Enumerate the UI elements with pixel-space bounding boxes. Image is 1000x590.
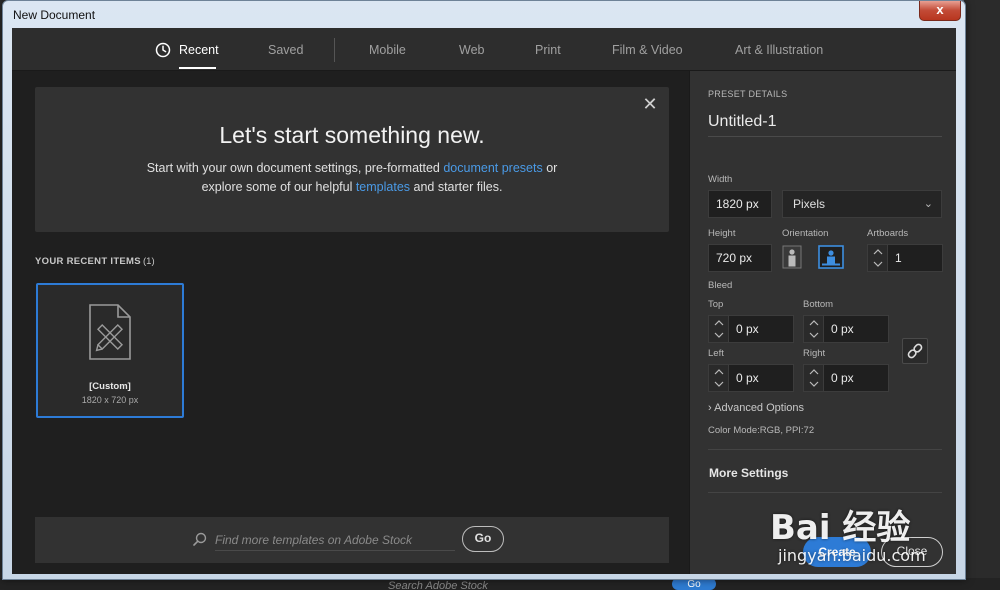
window-title: New Document bbox=[13, 8, 96, 22]
banner-text-part: Start with your own document settings, p… bbox=[146, 161, 444, 175]
chevron-down-icon[interactable] bbox=[809, 380, 819, 388]
chevron-up-icon[interactable] bbox=[809, 368, 819, 376]
recent-items-count: (1) bbox=[143, 256, 155, 267]
stepper-arrows[interactable] bbox=[868, 245, 888, 271]
panel-divider bbox=[708, 492, 942, 493]
units-select[interactable]: Pixels ⌄ bbox=[782, 190, 942, 218]
stepper-arrows[interactable] bbox=[709, 365, 729, 391]
chevron-up-icon[interactable] bbox=[714, 319, 724, 327]
background-app-right bbox=[964, 0, 1000, 590]
banner-title: Let's start something new. bbox=[219, 122, 485, 148]
recent-item-name: [Custom] bbox=[89, 381, 131, 392]
tab-film-video[interactable]: Film & Video bbox=[612, 43, 683, 57]
banner-text: Start with your own document settings, p… bbox=[35, 159, 669, 197]
banner-close-button[interactable]: ✕ bbox=[641, 95, 659, 113]
height-field[interactable]: 720 px bbox=[708, 244, 772, 272]
stepper-arrows[interactable] bbox=[709, 316, 729, 342]
welcome-banner: ✕ Let's start something new. Start with … bbox=[35, 87, 669, 232]
chevron-down-icon: ⌄ bbox=[923, 198, 933, 210]
bleed-top-stepper[interactable]: 0 px bbox=[708, 315, 794, 343]
height-label: Height bbox=[708, 228, 736, 239]
recent-items-heading: YOUR RECENT ITEMS bbox=[35, 256, 141, 267]
new-document-window: New Document x Recent Saved Mobile Web P… bbox=[2, 0, 966, 580]
bleed-bottom-value: 0 px bbox=[831, 322, 854, 336]
bleed-top-label: Top bbox=[708, 299, 724, 310]
preset-details-heading: PRESET DETAILS bbox=[708, 89, 788, 99]
width-field[interactable]: 1820 px bbox=[708, 190, 772, 218]
banner-text-part: explore some of our helpful bbox=[201, 180, 356, 194]
bleed-label: Bleed bbox=[708, 280, 733, 291]
tab-web[interactable]: Web bbox=[459, 43, 484, 57]
tab-saved[interactable]: Saved bbox=[268, 43, 303, 57]
color-mode-info: Color Mode:RGB, PPI:72 bbox=[708, 425, 815, 436]
chevron-down-icon[interactable] bbox=[809, 331, 819, 339]
document-presets-link[interactable]: document presets bbox=[443, 161, 542, 175]
link-bleed-button[interactable] bbox=[902, 338, 928, 364]
document-icon bbox=[89, 304, 131, 360]
chevron-right-icon: › bbox=[708, 402, 712, 414]
bleed-left-label: Left bbox=[708, 348, 724, 359]
landscape-orientation-icon[interactable] bbox=[818, 245, 844, 269]
bleed-top-value: 0 px bbox=[736, 322, 759, 336]
clock-icon bbox=[155, 42, 171, 58]
chevron-up-icon[interactable] bbox=[714, 368, 724, 376]
chevron-down-icon[interactable] bbox=[714, 331, 724, 339]
title-bar[interactable]: New Document x bbox=[3, 1, 965, 29]
stepper-arrows[interactable] bbox=[804, 316, 824, 342]
window-close-button[interactable]: x bbox=[919, 1, 961, 21]
create-button[interactable]: Create bbox=[803, 537, 871, 567]
banner-text-part: or bbox=[542, 161, 558, 175]
chevron-up-icon[interactable] bbox=[873, 248, 883, 256]
artboards-label: Artboards bbox=[867, 228, 909, 239]
units-value: Pixels bbox=[793, 197, 826, 211]
banner-text-part: and starter files. bbox=[410, 180, 503, 194]
bleed-bottom-stepper[interactable]: 0 px bbox=[803, 315, 889, 343]
tab-active-indicator bbox=[179, 67, 216, 69]
preset-details-panel: PRESET DETAILS Untitled-1 Width 1820 px … bbox=[689, 71, 956, 574]
bleed-right-stepper[interactable]: 0 px bbox=[803, 364, 889, 392]
advanced-options-toggle[interactable]: › Advanced Options bbox=[708, 402, 804, 414]
tab-mobile[interactable]: Mobile bbox=[369, 43, 406, 57]
close-icon: x bbox=[936, 2, 944, 17]
bleed-bottom-label: Bottom bbox=[803, 299, 834, 310]
artboards-value: 1 bbox=[895, 251, 902, 265]
background-search-text: Search Adobe Stock bbox=[388, 580, 488, 590]
artboards-stepper[interactable]: 1 bbox=[867, 244, 943, 272]
stock-go-button[interactable]: Go bbox=[462, 526, 504, 552]
search-icon bbox=[193, 532, 207, 546]
recent-item-card[interactable]: [Custom] 1820 x 720 px bbox=[36, 283, 184, 418]
bleed-right-label: Right bbox=[803, 348, 826, 359]
tab-divider bbox=[334, 38, 335, 62]
stepper-arrows[interactable] bbox=[804, 365, 824, 391]
stock-search-input[interactable] bbox=[215, 529, 455, 551]
recent-item-size: 1820 x 720 px bbox=[81, 395, 139, 405]
panel-divider bbox=[708, 449, 942, 450]
templates-link[interactable]: templates bbox=[356, 180, 410, 194]
stock-search-bar: Go bbox=[35, 517, 669, 563]
link-icon bbox=[907, 343, 923, 359]
chevron-up-icon[interactable] bbox=[809, 319, 819, 327]
bleed-left-value: 0 px bbox=[736, 371, 759, 385]
main-area: ✕ Let's start something new. Start with … bbox=[12, 71, 689, 574]
bleed-right-value: 0 px bbox=[831, 371, 854, 385]
tab-art-illustration[interactable]: Art & Illustration bbox=[735, 43, 823, 57]
category-tabs: Recent Saved Mobile Web Print Film & Vid… bbox=[12, 28, 956, 71]
bleed-left-stepper[interactable]: 0 px bbox=[708, 364, 794, 392]
more-settings-button[interactable]: More Settings bbox=[709, 466, 788, 480]
close-button[interactable]: Close bbox=[881, 537, 943, 567]
document-name-field[interactable]: Untitled-1 bbox=[708, 113, 942, 137]
tab-recent[interactable]: Recent bbox=[179, 43, 219, 57]
tab-print[interactable]: Print bbox=[535, 43, 561, 57]
portrait-orientation-icon[interactable] bbox=[782, 245, 802, 269]
width-label: Width bbox=[708, 174, 733, 185]
advanced-options-label: Advanced Options bbox=[714, 402, 805, 414]
dialog-body: Recent Saved Mobile Web Print Film & Vid… bbox=[12, 28, 956, 574]
chevron-down-icon[interactable] bbox=[714, 380, 724, 388]
chevron-down-icon[interactable] bbox=[873, 260, 883, 268]
orientation-label: Orientation bbox=[782, 228, 829, 239]
